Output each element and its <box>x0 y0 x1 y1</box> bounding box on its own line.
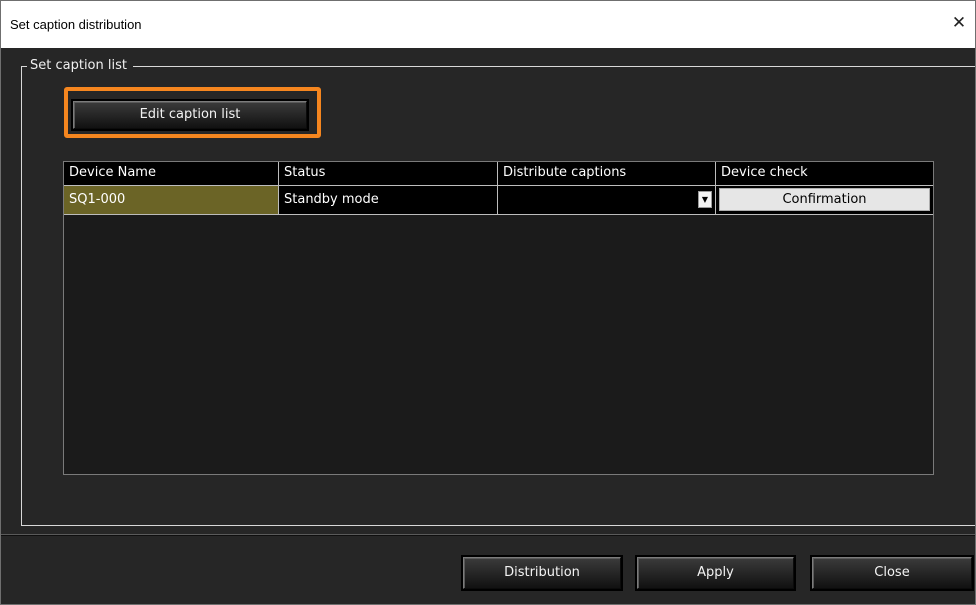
apply-button[interactable]: Apply <box>635 555 796 591</box>
confirmation-button[interactable]: Confirmation <box>719 188 930 211</box>
distribute-captions-select[interactable]: ▼ <box>498 186 716 214</box>
table-header: Device Name Status Distribute captions D… <box>64 162 933 186</box>
dialog-window: Set caption distribution ✕ Set caption l… <box>0 0 976 605</box>
table-row[interactable]: SQ1-000 Standby mode ▼ Confirmation <box>64 186 933 215</box>
status-cell: Standby mode <box>279 186 498 214</box>
column-header-device-name[interactable]: Device Name <box>64 162 279 185</box>
device-name-cell[interactable]: SQ1-000 <box>64 186 279 214</box>
edit-caption-list-button[interactable]: Edit caption list <box>71 99 309 131</box>
chevron-down-icon[interactable]: ▼ <box>698 191 712 208</box>
footer-divider <box>1 534 975 536</box>
column-header-status[interactable]: Status <box>279 162 498 185</box>
column-header-distribute-captions[interactable]: Distribute captions <box>498 162 716 185</box>
title-bar: Set caption distribution ✕ <box>1 1 975 48</box>
close-icon[interactable]: ✕ <box>949 13 969 33</box>
distribution-button[interactable]: Distribution <box>461 555 623 591</box>
group-label: Set caption list <box>27 58 133 74</box>
column-header-device-check[interactable]: Device check <box>716 162 933 185</box>
window-title: Set caption distribution <box>10 17 142 32</box>
device-check-cell: Confirmation <box>716 186 933 214</box>
close-button[interactable]: Close <box>810 555 974 591</box>
device-table: Device Name Status Distribute captions D… <box>63 161 934 475</box>
